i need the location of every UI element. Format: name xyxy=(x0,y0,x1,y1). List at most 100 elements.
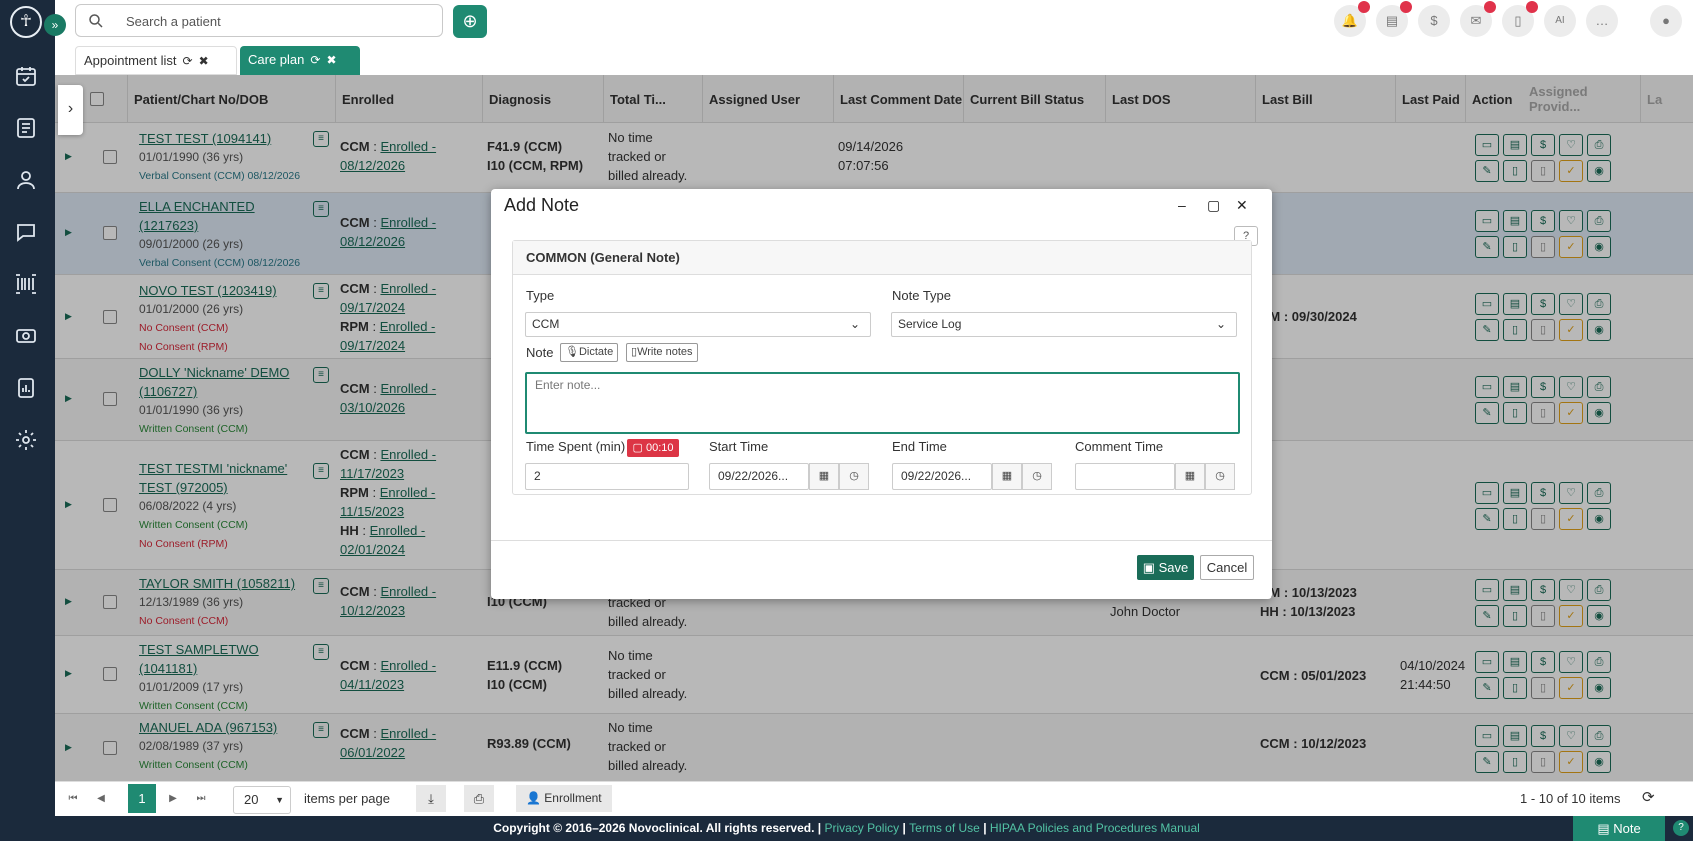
privacy-policy-link[interactable]: Privacy Policy xyxy=(824,821,899,835)
terms-link[interactable]: Terms of Use xyxy=(909,821,980,835)
chevron-down-icon: ⌄ xyxy=(1215,317,1226,331)
type-value: CCM xyxy=(532,317,560,331)
calendar-icon[interactable]: ▦ xyxy=(992,463,1022,490)
note-textarea[interactable]: Enter note... xyxy=(525,372,1240,434)
ai-icon[interactable]: AI xyxy=(1544,5,1576,37)
clock-icon[interactable]: ◷ xyxy=(839,463,869,490)
calendar-icon[interactable]: ▦ xyxy=(809,463,839,490)
tab-appointment-list[interactable]: Appointment list ⟳ ✖ xyxy=(75,46,237,75)
next-page-icon[interactable]: ▶ xyxy=(162,788,184,810)
add-button[interactable]: ⊕ xyxy=(453,5,487,38)
billing-icon[interactable] xyxy=(14,324,42,352)
chat-icon[interactable] xyxy=(14,220,42,248)
help-icon[interactable]: ? xyxy=(1673,820,1689,836)
refresh-icon[interactable]: ⟳ xyxy=(310,53,320,67)
note-type-value: Service Log xyxy=(898,317,962,331)
bell-icon[interactable]: 🔔 xyxy=(1334,1,1370,37)
calendar-check-icon[interactable] xyxy=(14,64,42,92)
prev-page-icon[interactable]: ◀ xyxy=(90,788,112,810)
mail-icon[interactable]: ✉ xyxy=(1460,1,1496,37)
avatar[interactable]: ● xyxy=(1650,5,1682,37)
dictate-button[interactable]: 🎙Dictate xyxy=(560,343,619,362)
page-size-value: 20 xyxy=(244,792,259,807)
clock-icon[interactable]: ◷ xyxy=(1022,463,1052,490)
type-select[interactable]: CCM ⌄ xyxy=(525,312,871,337)
write-notes-label: Write notes xyxy=(637,346,693,358)
tab-care-plan[interactable]: Care plan ⟳ ✖ xyxy=(240,46,360,75)
mobile-icon[interactable]: ▯ xyxy=(1502,1,1538,37)
hipaa-link[interactable]: HIPAA Policies and Procedures Manual xyxy=(990,821,1200,835)
dictate-label: Dictate xyxy=(578,346,614,358)
comment-time-input[interactable] xyxy=(1075,463,1175,490)
save-button[interactable]: ▣ Save xyxy=(1137,555,1194,580)
dialog-footer-divider xyxy=(491,540,1272,541)
page-size-select[interactable]: 20 ▼ xyxy=(233,786,291,814)
last-page-icon[interactable]: ⏭ xyxy=(190,788,212,810)
document-list-icon[interactable] xyxy=(14,116,42,144)
calendar-icon[interactable]: ▦ xyxy=(1175,463,1205,490)
minimize-icon[interactable]: – xyxy=(1178,197,1186,213)
start-time-label: Start Time xyxy=(709,439,769,454)
download-icon[interactable]: ⤓ xyxy=(416,785,446,812)
timer-value: 00:10 xyxy=(645,442,674,454)
end-time-input[interactable]: 09/22/2026... xyxy=(892,463,992,490)
gear-icon[interactable] xyxy=(14,428,42,456)
sidebar-expand-button[interactable]: » xyxy=(44,14,66,36)
sidebar: ☥ ☰ xyxy=(0,0,55,841)
note-type-label: Note Type xyxy=(892,288,952,303)
enrollment-button[interactable]: 👤 Enrollment xyxy=(516,785,612,812)
start-time-input[interactable]: 09/22/2026... xyxy=(709,463,809,490)
comment-time-label: Comment Time xyxy=(1075,439,1164,454)
refresh-icon[interactable]: ⟳ xyxy=(183,54,193,68)
note-button[interactable]: ▤ Note xyxy=(1573,816,1665,841)
pager-bar: ⏮ ◀ 1 ▶ ⏭ 20 ▼ items per page ⤓ ⎙ 👤 Enrol… xyxy=(55,781,1693,816)
print-icon[interactable]: ⎙ xyxy=(464,785,494,812)
barcode-icon[interactable] xyxy=(14,272,42,300)
note-icon: ▤ xyxy=(1597,821,1614,836)
top-bar: Search a patient ⊕ 🔔 ▤ $ ✉ ▯ AI … ● xyxy=(55,0,1693,42)
note-card: COMMON (General Note) Type CCM ⌄ Note Typ… xyxy=(512,240,1252,495)
notification-badge xyxy=(1484,1,1496,13)
tab-label: Appointment list xyxy=(84,53,177,68)
app-logo-icon[interactable]: ☥ xyxy=(10,6,42,38)
page-button-current[interactable]: 1 xyxy=(128,784,156,813)
type-label: Type xyxy=(526,288,555,303)
refresh-icon[interactable]: ⟳ xyxy=(1642,788,1655,806)
close-icon[interactable]: ✖ xyxy=(326,53,336,67)
message-icon[interactable]: … xyxy=(1586,5,1618,37)
clock-icon[interactable]: ◷ xyxy=(1205,463,1235,490)
patient-search-input[interactable]: Search a patient xyxy=(75,4,443,37)
time-spent-input[interactable]: 2 xyxy=(525,463,689,490)
items-per-page-label: items per page xyxy=(304,791,390,806)
clipboard-icon[interactable]: ▤ xyxy=(1376,1,1412,37)
close-icon[interactable]: ✖ xyxy=(199,54,209,68)
notification-badge xyxy=(1400,1,1412,13)
pager-summary: 1 - 10 of 10 items xyxy=(1520,791,1621,806)
timer-badge[interactable]: ▢ 00:10 xyxy=(627,439,679,457)
user-icon: 👤 xyxy=(526,791,545,805)
time-spent-label: Time Spent (min) xyxy=(526,439,626,454)
note-label: Note xyxy=(1613,821,1641,836)
enrollment-label: Enrollment xyxy=(544,791,602,805)
dialog-title: Add Note xyxy=(504,195,580,215)
save-icon: ▣ xyxy=(1142,560,1159,575)
cancel-button[interactable]: Cancel xyxy=(1200,555,1254,580)
note-type-select[interactable]: Service Log ⌄ xyxy=(891,312,1237,337)
tab-bar: Appointment list ⟳ ✖ Care plan ⟳ ✖ xyxy=(55,42,1693,75)
close-icon[interactable]: ✕ xyxy=(1236,197,1248,214)
user-icon[interactable] xyxy=(14,168,42,196)
report-icon[interactable] xyxy=(14,376,42,404)
card-title: COMMON (General Note) xyxy=(513,241,1251,275)
write-notes-button[interactable]: ▯Write notes xyxy=(626,343,698,362)
grid-side-expand-button[interactable]: › xyxy=(58,85,83,135)
stop-icon: ▢ xyxy=(632,442,646,454)
end-time-label: End Time xyxy=(892,439,947,454)
notification-badge xyxy=(1358,1,1370,13)
dollar-icon[interactable]: $ xyxy=(1418,5,1450,37)
caret-down-icon: ▼ xyxy=(275,795,284,805)
copyright-bar: Copyright © 2016–2026 Novoclinical. All … xyxy=(0,816,1693,841)
maximize-icon[interactable]: ▢ xyxy=(1207,197,1220,214)
tab-label: Care plan xyxy=(248,52,305,67)
add-note-dialog: Add Note – ▢ ✕ ? COMMON (General Note) T… xyxy=(491,189,1272,599)
first-page-icon[interactable]: ⏮ xyxy=(62,788,84,810)
